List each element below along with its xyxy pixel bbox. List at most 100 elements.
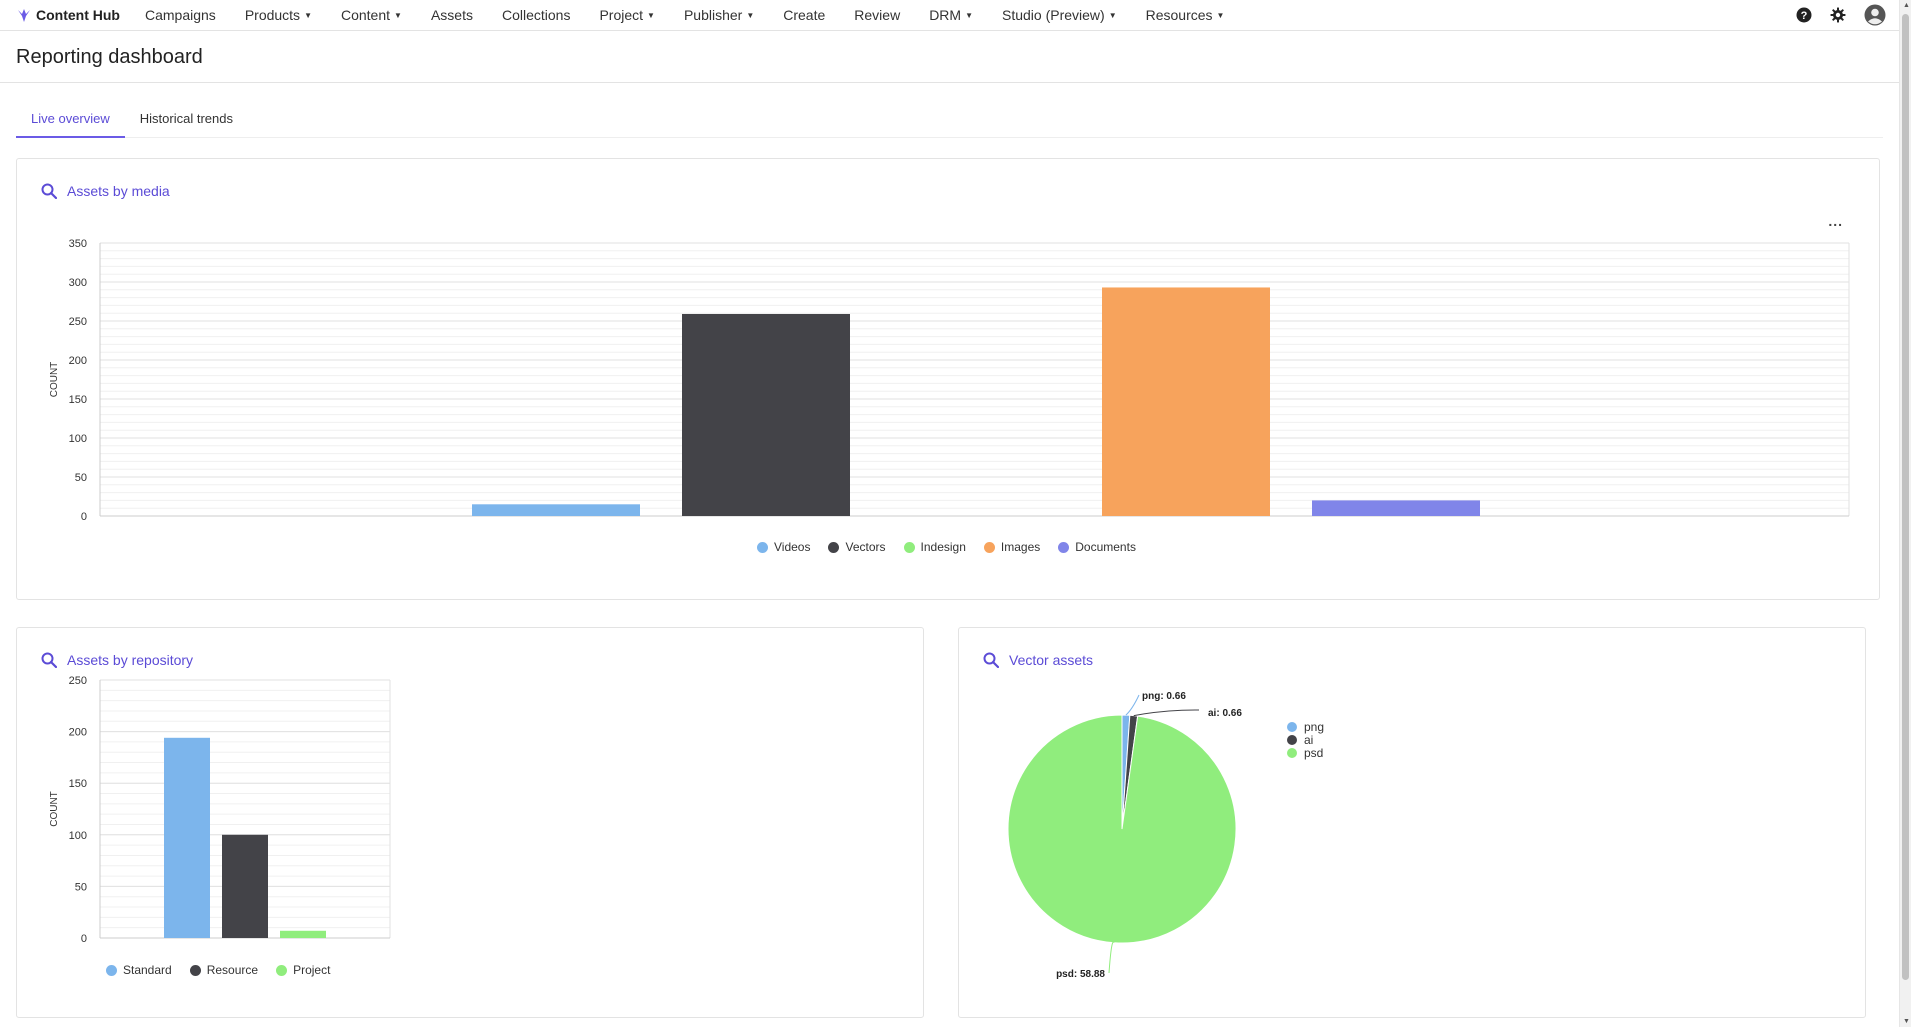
legend-item-indesign[interactable]: Indesign <box>903 540 966 554</box>
nav-item-campaigns[interactable]: Campaigns <box>145 7 216 23</box>
legend-label: Videos <box>774 540 811 554</box>
nav-item-publisher[interactable]: Publisher ▼ <box>684 7 754 23</box>
legend-label: psd <box>1304 745 1324 760</box>
bar-vectors[interactable] <box>682 313 850 516</box>
legend-item-documents[interactable]: Documents <box>1058 540 1136 554</box>
legend-item-videos[interactable]: Videos <box>757 540 810 554</box>
legend-marker <box>828 541 840 553</box>
tab-historical-trends[interactable]: Historical trends <box>125 100 248 138</box>
chevron-down-icon: ▼ <box>1108 10 1117 20</box>
gear-icon[interactable] <box>1830 7 1846 23</box>
y-tick-label: 200 <box>69 727 87 739</box>
vector-assets-legend: png ai psd <box>1287 719 1325 760</box>
nav-item-label: Products <box>244 7 301 23</box>
y-tick-label: 50 <box>75 472 87 484</box>
bar-documents[interactable] <box>1312 500 1480 516</box>
nav-item-label: Studio (Preview) <box>1002 7 1105 23</box>
nav-item-label: Collections <box>501 7 571 23</box>
page-scrollbar[interactable]: ▲ ▼ <box>1899 0 1911 1027</box>
pie-data-label-png: png: 0.66 <box>1142 691 1186 702</box>
legend-marker <box>1058 541 1070 553</box>
chevron-down-icon: ▼ <box>304 10 312 20</box>
bar-standard[interactable] <box>164 737 210 938</box>
assets-by-repository-card: Assets by repository 0 50 100 150 200 250 COUN… <box>16 627 924 1018</box>
pie-slice-psd[interactable] <box>1007 714 1237 944</box>
brand-name: Content Hub <box>36 7 120 23</box>
y-tick-label: 0 <box>81 511 87 523</box>
nav-item-review[interactable]: Review <box>854 7 900 23</box>
y-tick-label: 200 <box>69 355 87 367</box>
pie-data-label-ai: ai: 0.66 <box>1208 708 1242 719</box>
tab-bar: Live overview Historical trends <box>16 100 1883 138</box>
chevron-down-icon: ▼ <box>1216 10 1225 20</box>
legend-label: ai <box>1304 732 1314 747</box>
scroll-down-arrow-icon[interactable]: ▼ <box>1903 1018 1910 1025</box>
bar-videos[interactable] <box>472 504 640 516</box>
legend-marker <box>1287 747 1297 758</box>
nav-item-label: Review <box>854 7 901 23</box>
legend-marker <box>1287 734 1297 745</box>
user-avatar-icon[interactable] <box>1864 4 1886 26</box>
y-tick-label: 350 <box>69 238 87 250</box>
chevron-down-icon: ▼ <box>746 10 755 20</box>
nav-item-create[interactable]: Create <box>783 7 825 23</box>
legend-item-vectors[interactable]: Vectors <box>828 540 886 554</box>
vector-assets-card: Vector assets png: 0.66 ai: 0.66 psd: 58.8… <box>958 627 1866 1018</box>
legend-item-ai[interactable]: ai <box>1287 732 1324 747</box>
nav-item-label: Project <box>599 7 644 23</box>
legend-item-standard[interactable]: Standard <box>106 963 172 977</box>
page-title: Reporting dashboard <box>16 46 203 68</box>
chevron-down-icon: ▼ <box>965 10 973 20</box>
nav-item-resources[interactable]: Resources ▼ <box>1146 7 1225 23</box>
legend-label: Vectors <box>845 540 886 554</box>
legend-label: Documents <box>1075 540 1136 554</box>
legend-item-resource[interactable]: Resource <box>189 963 258 977</box>
y-tick-label: 250 <box>69 316 87 328</box>
scrollbar-thumb[interactable] <box>1902 14 1909 980</box>
help-icon[interactable]: ? <box>1796 7 1812 23</box>
nav-item-studio-preview[interactable]: Studio (Preview) ▼ <box>1002 7 1117 23</box>
assets-by-repository-legend: Standard Resource Project <box>106 963 348 977</box>
legend-marker <box>757 541 768 553</box>
y-tick-label: 150 <box>69 778 87 790</box>
y-axis-label: COUNT <box>49 362 60 398</box>
y-tick-label: 300 <box>69 277 87 289</box>
bar-resource[interactable] <box>222 834 268 938</box>
brand-logo[interactable]: Content Hub <box>16 7 120 23</box>
legend-label: Images <box>1000 540 1041 554</box>
bar-project[interactable] <box>280 930 326 938</box>
assets-by-media-card: Assets by media ... 0 50 100 150 200 250 300 35… <box>16 158 1880 600</box>
data-label-connector <box>1133 709 1200 717</box>
legend-item-png[interactable]: png <box>1287 719 1325 734</box>
nav-item-label: Campaigns <box>144 7 216 23</box>
scroll-up-arrow-icon[interactable]: ▲ <box>1903 2 1910 9</box>
content-hub-logo-icon <box>18 9 30 22</box>
nav-item-label: Resources <box>1145 7 1213 23</box>
legend-label: Project <box>293 963 331 977</box>
y-tick-label: 150 <box>69 394 87 406</box>
legend-item-images[interactable]: Images <box>983 540 1041 554</box>
tab-live-overview[interactable]: Live overview <box>16 100 125 138</box>
y-tick-label: 100 <box>69 433 87 445</box>
y-tick-label: 50 <box>75 881 87 893</box>
bar-images[interactable] <box>1102 287 1270 516</box>
nav-item-collections[interactable]: Collections <box>502 7 570 23</box>
y-tick-label: 100 <box>69 830 87 842</box>
nav-item-content[interactable]: Content ▼ <box>341 7 402 23</box>
nav-item-project[interactable]: Project ▼ <box>599 7 655 23</box>
assets-by-media-legend: Videos Vectors Indesign Images Documents <box>757 540 1154 554</box>
data-label-connector <box>1108 941 1115 974</box>
legend-item-project[interactable]: Project <box>276 963 330 977</box>
data-label-connector <box>1125 694 1140 716</box>
page-header: Reporting dashboard <box>0 31 1900 83</box>
nav-item-label: DRM <box>929 7 962 23</box>
nav-item-products[interactable]: Products ▼ <box>245 7 312 23</box>
legend-label: png <box>1304 719 1325 734</box>
assets-by-repository-chart: 0 50 100 150 200 250 COUNT <box>49 675 391 945</box>
nav-item-drm[interactable]: DRM ▼ <box>929 7 973 23</box>
nav-item-assets[interactable]: Assets <box>431 7 473 23</box>
legend-item-psd[interactable]: psd <box>1287 745 1324 760</box>
legend-marker <box>189 964 201 976</box>
top-navigation: Content Hub Campaigns Products ▼ Content ▼ As… <box>0 0 1900 31</box>
nav-item-label: Content <box>340 7 391 23</box>
